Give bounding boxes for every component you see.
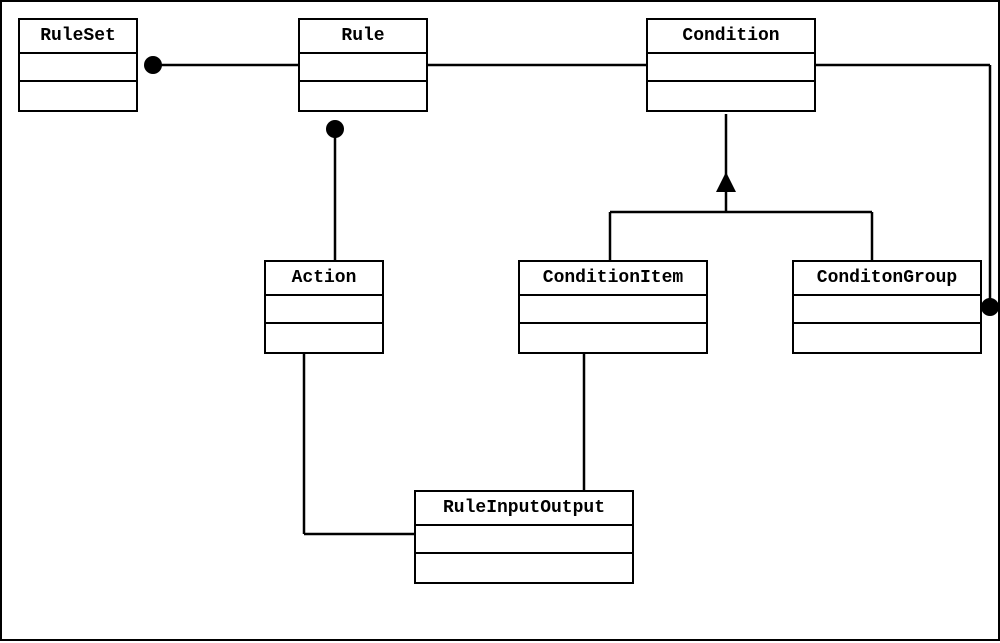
class-attributes [520,296,706,324]
class-attributes [648,54,814,82]
uml-class-rule: Rule [298,18,428,112]
class-title: ConditionItem [520,262,706,296]
class-attributes [794,296,980,324]
class-operations [266,324,382,352]
uml-class-ruleinputoutput: RuleInputOutput [414,490,634,584]
class-title: Rule [300,20,426,54]
uml-class-conditiongroup: ConditonGroup [792,260,982,354]
class-attributes [20,54,136,82]
class-title: RuleSet [20,20,136,54]
uml-class-conditionitem: ConditionItem [518,260,708,354]
class-title: ConditonGroup [794,262,980,296]
composition-diamond-icon [326,120,344,138]
class-attributes [416,526,632,554]
class-attributes [300,54,426,82]
class-operations [520,324,706,352]
uml-class-action: Action [264,260,384,354]
class-title: RuleInputOutput [416,492,632,526]
class-operations [648,82,814,110]
uml-class-ruleset: RuleSet [18,18,138,112]
class-operations [20,82,136,110]
generalization-arrow-icon [716,172,736,192]
composition-diamond-icon [144,56,162,74]
class-operations [794,324,980,352]
class-attributes [266,296,382,324]
class-operations [416,554,632,582]
composition-diamond-icon [981,298,999,316]
uml-class-condition: Condition [646,18,816,112]
class-title: Condition [648,20,814,54]
class-operations [300,82,426,110]
class-title: Action [266,262,382,296]
